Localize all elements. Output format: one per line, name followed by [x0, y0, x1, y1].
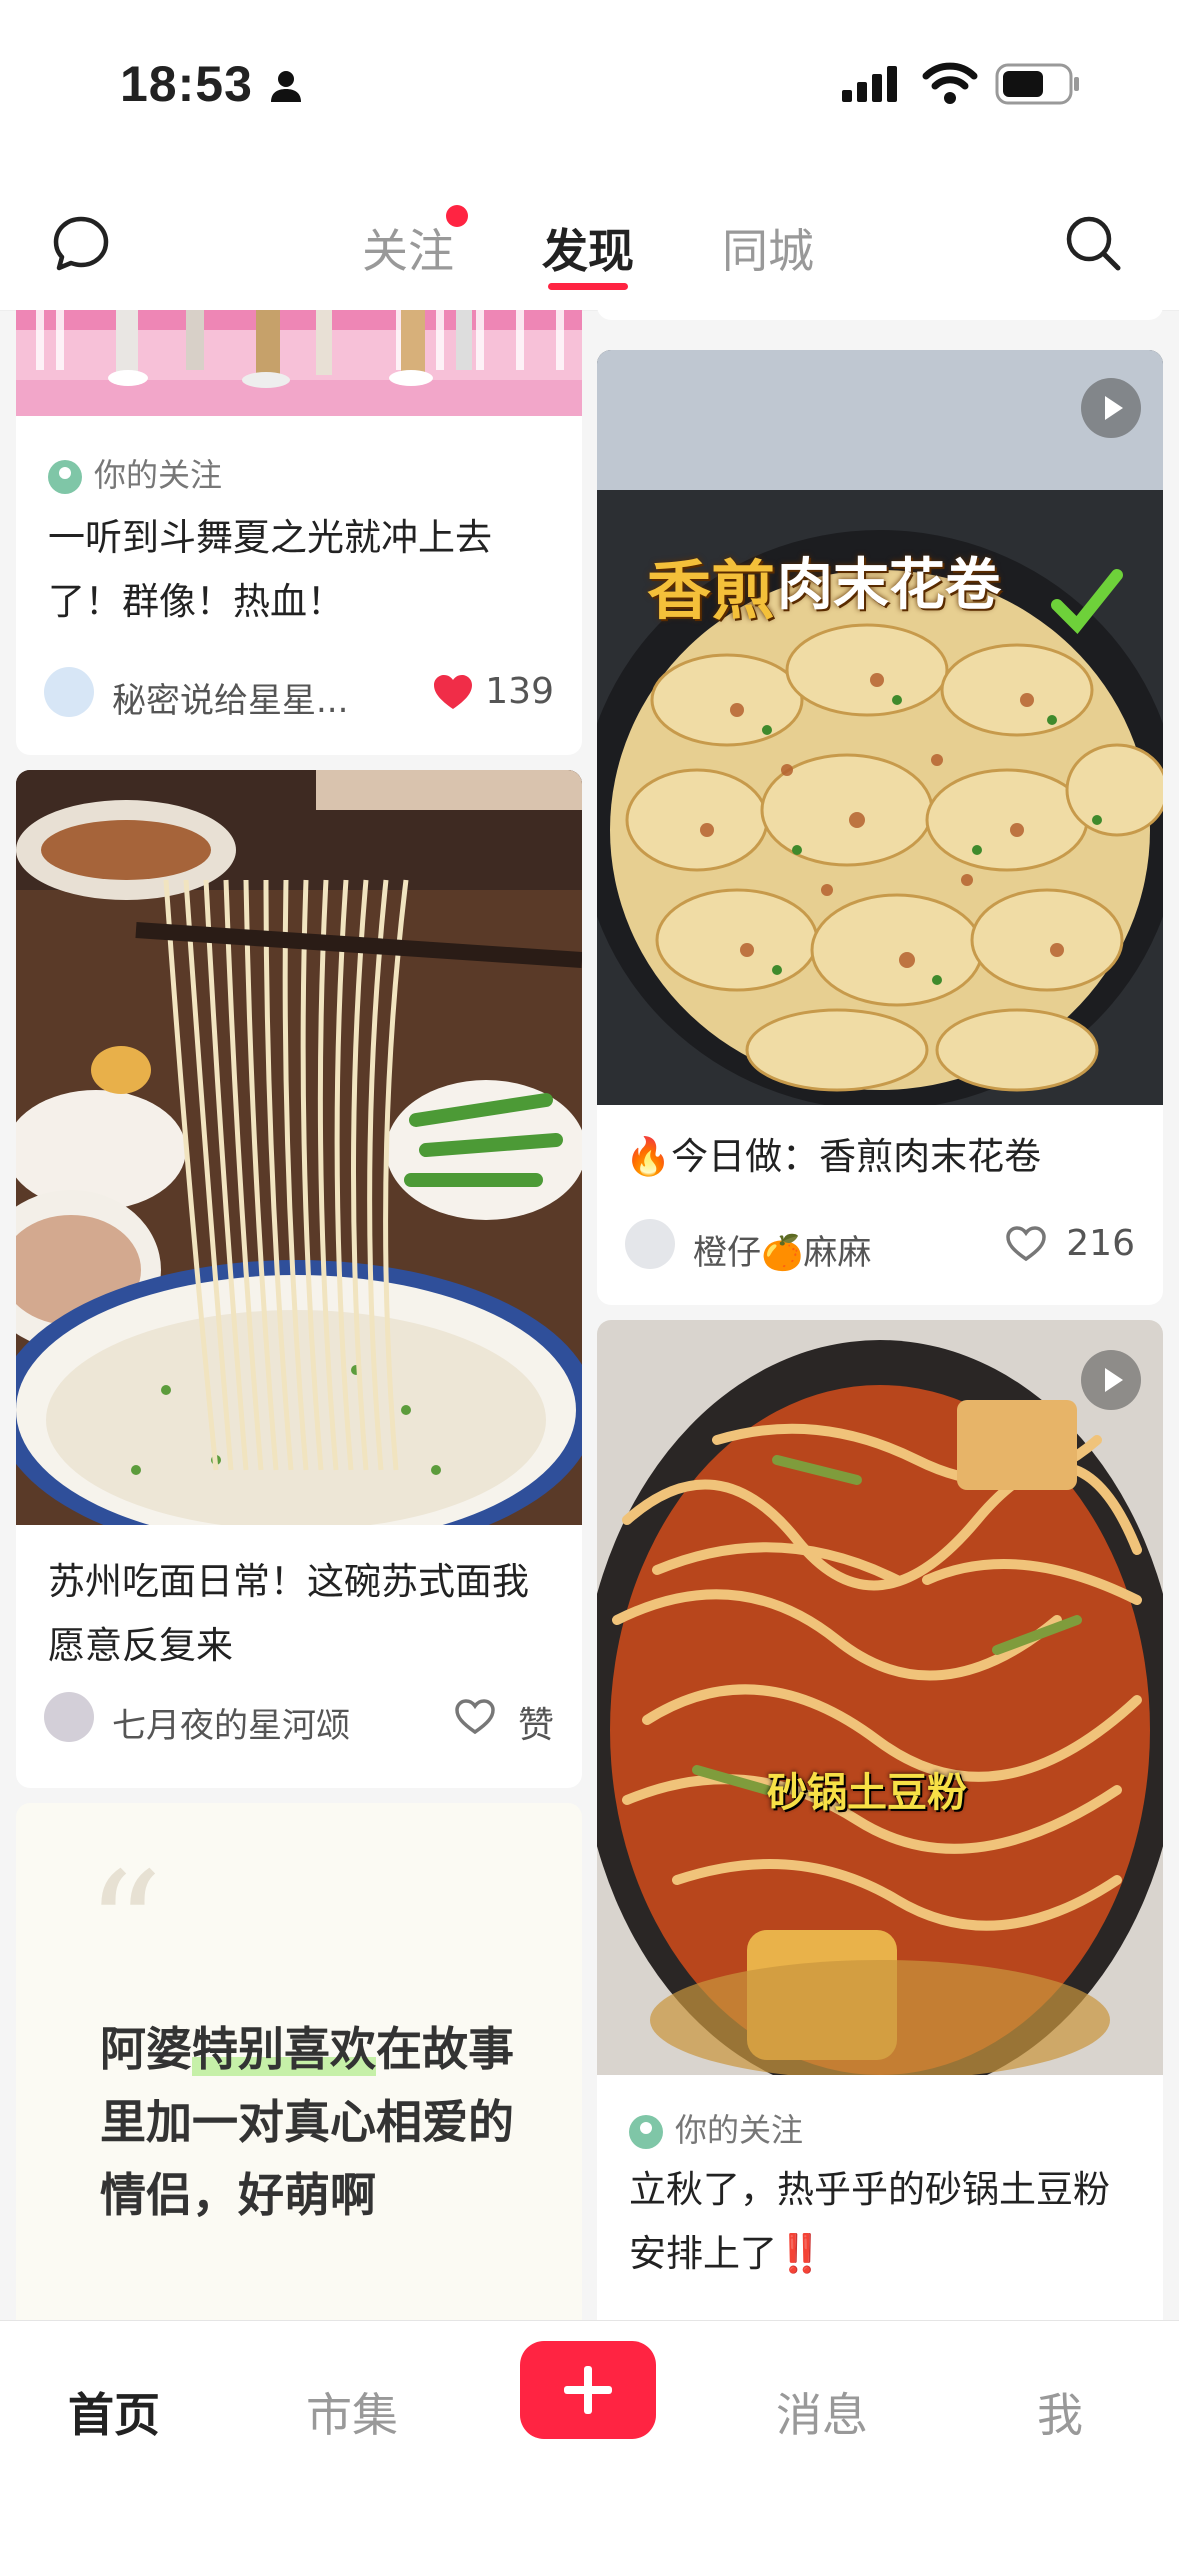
quote-card[interactable]: “ 阿婆特别喜欢在故事里加一对真心相爱的情侣，好萌啊	[16, 1803, 582, 2320]
noodle-bowl-image	[16, 770, 582, 1525]
top-navigation: 关注 发现 同城	[0, 175, 1179, 311]
following-tag: 你的关注	[629, 2105, 803, 2151]
note-title: 🔥今日做：香煎肉末花卷	[625, 1135, 1042, 1178]
image-caption: 砂锅土豆粉	[767, 1770, 967, 1816]
quote-mark-icon: “	[86, 1841, 163, 2015]
author-name[interactable]: 秘密说给星星...	[112, 673, 348, 722]
avatar[interactable]	[625, 1219, 675, 1269]
nav-me[interactable]: 我	[1037, 2379, 1083, 2445]
status-bar: 18:53	[0, 0, 1179, 175]
cellular-signal-icon	[842, 66, 897, 102]
note-title: 苏州吃面日常！这碗苏式面我愿意反复来	[48, 1560, 529, 1667]
user-badge-icon	[629, 2115, 663, 2149]
like-count: 赞	[517, 1705, 554, 1746]
feed[interactable]: 你的关注 一听到斗舞夏之光就冲上去了！群像！热血！ 秘密说给星星... 139	[0, 310, 1179, 2320]
heart-outline-icon[interactable]	[454, 1698, 496, 1736]
wifi-icon	[922, 62, 978, 104]
image-caption-highlight: 香煎	[647, 555, 775, 629]
note-meta: 秘密说给星星... 139	[44, 665, 554, 721]
status-time: 18:53	[120, 56, 253, 112]
search-icon[interactable]	[1063, 213, 1123, 273]
bottom-navigation: 首页 市集 消息 我	[0, 2320, 1179, 2557]
active-tab-indicator	[548, 283, 628, 290]
person-icon	[271, 71, 301, 102]
tab-following[interactable]: 关注	[362, 215, 454, 281]
author-name[interactable]: 橙仔🍊麻麻	[693, 1225, 871, 1274]
author-name[interactable]: 七月夜的星河颂	[112, 1698, 350, 1747]
battery-icon	[995, 63, 1079, 105]
avatar[interactable]	[44, 1692, 94, 1742]
play-video-icon[interactable]	[1081, 1350, 1141, 1410]
note-card[interactable]: 香煎 肉末花卷 🔥今日做：香煎肉末花卷 橙仔🍊麻麻 216	[597, 350, 1163, 1305]
tab-local[interactable]: 同城	[722, 215, 814, 281]
quote-text: 阿婆特别喜欢在故事里加一对真心相爱的情侣，好萌啊	[100, 2022, 514, 2222]
dance-stage-image	[16, 310, 582, 416]
heart-filled-icon[interactable]	[432, 673, 474, 711]
nav-home[interactable]: 首页	[68, 2379, 160, 2445]
add-post-button[interactable]	[520, 2341, 656, 2439]
heart-outline-icon[interactable]	[1005, 1225, 1047, 1263]
flower-rolls-image	[597, 350, 1163, 1105]
nav-market[interactable]: 市集	[306, 2379, 398, 2445]
like-count: 216	[1066, 1223, 1135, 1264]
note-title: 立秋了，热乎乎的砂锅土豆粉安排上了‼️	[629, 2168, 1110, 2275]
clay-pot-noodles-image	[597, 1320, 1163, 2075]
avatar[interactable]	[44, 667, 94, 717]
user-badge-icon	[48, 460, 82, 494]
note-meta: 七月夜的星河颂 赞	[44, 1690, 554, 1746]
note-meta: 橙仔🍊麻麻 216	[625, 1217, 1135, 1273]
tab-discover[interactable]: 发现	[542, 215, 634, 281]
notification-dot	[446, 205, 468, 227]
note-card[interactable]: 砂锅土豆粉 你的关注 立秋了，热乎乎的砂锅土豆粉安排上了‼️	[597, 1320, 1163, 2320]
image-caption: 肉末花卷	[777, 553, 1001, 618]
nav-messages[interactable]: 消息	[776, 2379, 868, 2445]
note-card-partial[interactable]	[597, 310, 1163, 320]
play-video-icon[interactable]	[1081, 378, 1141, 438]
like-count: 139	[485, 671, 554, 712]
note-card[interactable]: 苏州吃面日常！这碗苏式面我愿意反复来 七月夜的星河颂 赞	[16, 770, 582, 1788]
following-tag: 你的关注	[48, 450, 222, 496]
note-card[interactable]: 你的关注 一听到斗舞夏之光就冲上去了！群像！热血！ 秘密说给星星... 139	[16, 310, 582, 755]
chat-bubble-icon[interactable]	[52, 215, 110, 273]
note-title: 一听到斗舞夏之光就冲上去了！群像！热血！	[48, 516, 492, 623]
